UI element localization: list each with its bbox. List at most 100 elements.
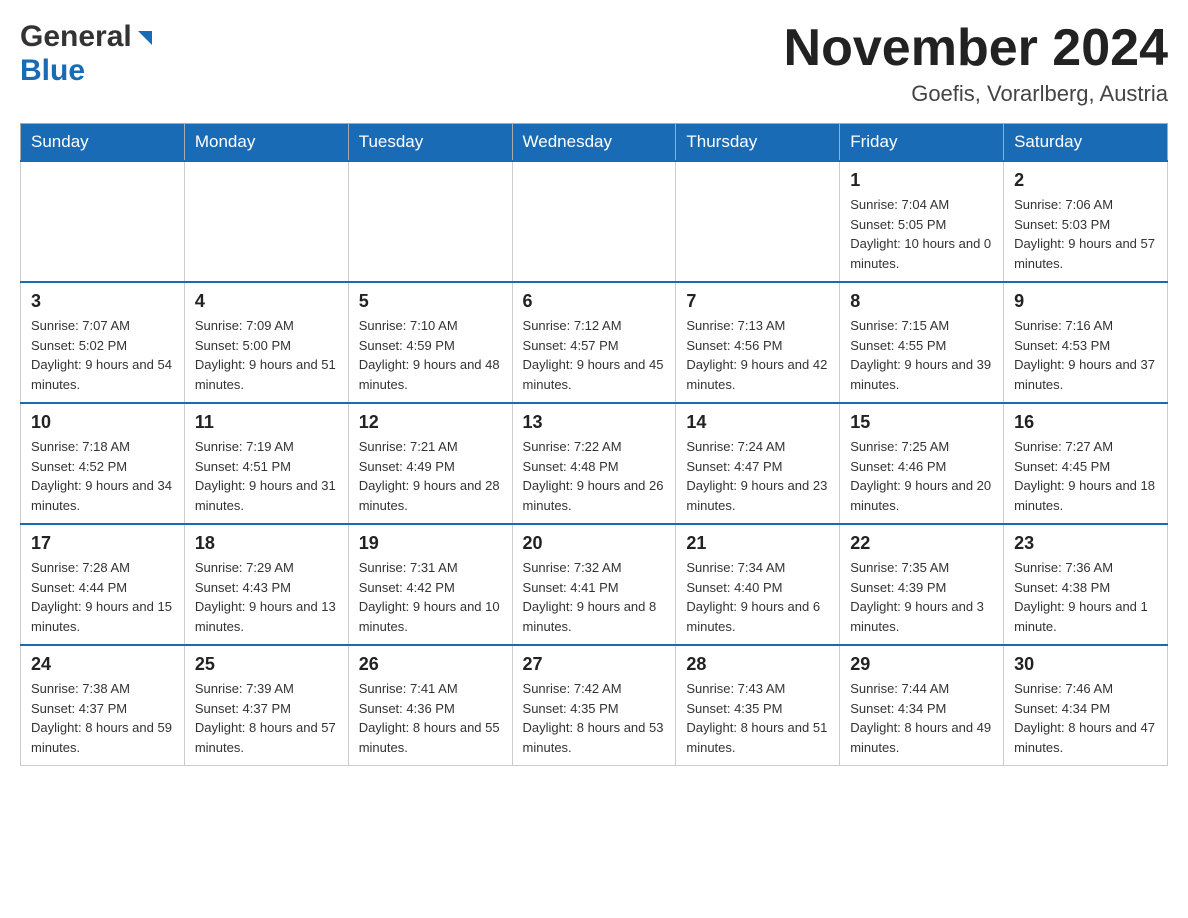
calendar-cell: 23 Sunrise: 7:36 AM Sunset: 4:38 PM Dayli…	[1004, 524, 1168, 645]
day-info: Sunrise: 7:18 AM Sunset: 4:52 PM Dayligh…	[31, 437, 174, 515]
week-row-3: 10 Sunrise: 7:18 AM Sunset: 4:52 PM Dayli…	[21, 403, 1168, 524]
calendar-cell: 6 Sunrise: 7:12 AM Sunset: 4:57 PM Daylig…	[512, 282, 676, 403]
calendar-cell	[21, 161, 185, 282]
day-info: Sunrise: 7:44 AM Sunset: 4:34 PM Dayligh…	[850, 679, 993, 757]
calendar-cell: 12Sunrise: 7:21 AM Sunset: 4:49 PM Dayli…	[348, 403, 512, 524]
day-info: Sunrise: 7:36 AM Sunset: 4:38 PM Dayligh…	[1014, 558, 1157, 636]
day-info: Sunrise: 7:35 AM Sunset: 4:39 PM Dayligh…	[850, 558, 993, 636]
day-number: 5	[359, 291, 502, 312]
day-number: 1	[850, 170, 993, 191]
calendar-cell: 4Sunrise: 7:09 AM Sunset: 5:00 PM Daylig…	[184, 282, 348, 403]
calendar-cell: 19 Sunrise: 7:31 AM Sunset: 4:42 PM Dayli…	[348, 524, 512, 645]
day-info: Sunrise: 7:13 AM Sunset: 4:56 PM Dayligh…	[686, 316, 829, 394]
calendar-cell	[512, 161, 676, 282]
day-info: Sunrise: 7:15 AM Sunset: 4:55 PM Dayligh…	[850, 316, 993, 394]
day-header-saturday: Saturday	[1004, 124, 1168, 162]
calendar-cell: 1 Sunrise: 7:04 AM Sunset: 5:05 PM Daylig…	[840, 161, 1004, 282]
calendar-cell: 22 Sunrise: 7:35 AM Sunset: 4:39 PM Dayli…	[840, 524, 1004, 645]
page-header: General Blue November 2024 Goefis, Vorar…	[20, 20, 1168, 107]
day-number: 23	[1014, 533, 1157, 554]
day-info: Sunrise: 7:31 AM Sunset: 4:42 PM Dayligh…	[359, 558, 502, 636]
day-info: Sunrise: 7:34 AM Sunset: 4:40 PM Dayligh…	[686, 558, 829, 636]
calendar-cell: 5 Sunrise: 7:10 AM Sunset: 4:59 PM Daylig…	[348, 282, 512, 403]
day-number: 30	[1014, 654, 1157, 675]
calendar-cell: 27 Sunrise: 7:42 AM Sunset: 4:35 PM Dayli…	[512, 645, 676, 766]
calendar-cell: 29 Sunrise: 7:44 AM Sunset: 4:34 PM Dayli…	[840, 645, 1004, 766]
day-number: 9	[1014, 291, 1157, 312]
day-number: 28	[686, 654, 829, 675]
calendar-cell	[676, 161, 840, 282]
day-number: 27	[523, 654, 666, 675]
logo: General Blue	[20, 20, 156, 88]
day-header-tuesday: Tuesday	[348, 124, 512, 162]
day-number: 15	[850, 412, 993, 433]
month-title: November 2024	[784, 20, 1168, 77]
day-number: 11	[195, 412, 338, 433]
calendar-cell: 28 Sunrise: 7:43 AM Sunset: 4:35 PM Dayli…	[676, 645, 840, 766]
day-info: Sunrise: 7:43 AM Sunset: 4:35 PM Dayligh…	[686, 679, 829, 757]
calendar-cell: 3 Sunrise: 7:07 AM Sunset: 5:02 PM Daylig…	[21, 282, 185, 403]
day-header-monday: Monday	[184, 124, 348, 162]
calendar-table: SundayMondayTuesdayWednesdayThursdayFrid…	[20, 123, 1168, 766]
day-number: 26	[359, 654, 502, 675]
day-number: 29	[850, 654, 993, 675]
day-info: Sunrise: 7:09 AM Sunset: 5:00 PM Dayligh…	[195, 316, 338, 394]
logo-general-text: General	[20, 20, 132, 54]
day-number: 14	[686, 412, 829, 433]
day-info: Sunrise: 7:12 AM Sunset: 4:57 PM Dayligh…	[523, 316, 666, 394]
day-header-thursday: Thursday	[676, 124, 840, 162]
calendar-cell: 17 Sunrise: 7:28 AM Sunset: 4:44 PM Dayli…	[21, 524, 185, 645]
day-number: 10	[31, 412, 174, 433]
day-info: Sunrise: 7:42 AM Sunset: 4:35 PM Dayligh…	[523, 679, 666, 757]
day-header-friday: Friday	[840, 124, 1004, 162]
calendar-cell: 21 Sunrise: 7:34 AM Sunset: 4:40 PM Dayli…	[676, 524, 840, 645]
day-number: 16	[1014, 412, 1157, 433]
day-number: 8	[850, 291, 993, 312]
day-number: 17	[31, 533, 174, 554]
week-row-4: 17 Sunrise: 7:28 AM Sunset: 4:44 PM Dayli…	[21, 524, 1168, 645]
day-info: Sunrise: 7:21 AM Sunset: 4:49 PM Dayligh…	[359, 437, 502, 515]
day-number: 3	[31, 291, 174, 312]
day-info: Sunrise: 7:41 AM Sunset: 4:36 PM Dayligh…	[359, 679, 502, 757]
day-info: Sunrise: 7:39 AM Sunset: 4:37 PM Dayligh…	[195, 679, 338, 757]
calendar-cell: 26 Sunrise: 7:41 AM Sunset: 4:36 PM Dayli…	[348, 645, 512, 766]
day-info: Sunrise: 7:32 AM Sunset: 4:41 PM Dayligh…	[523, 558, 666, 636]
day-info: Sunrise: 7:06 AM Sunset: 5:03 PM Dayligh…	[1014, 195, 1157, 273]
calendar-cell: 18 Sunrise: 7:29 AM Sunset: 4:43 PM Dayli…	[184, 524, 348, 645]
calendar-cell: 25 Sunrise: 7:39 AM Sunset: 4:37 PM Dayli…	[184, 645, 348, 766]
day-info: Sunrise: 7:27 AM Sunset: 4:45 PM Dayligh…	[1014, 437, 1157, 515]
day-info: Sunrise: 7:19 AM Sunset: 4:51 PM Dayligh…	[195, 437, 338, 515]
logo-blue-text: Blue	[20, 54, 85, 88]
day-info: Sunrise: 7:24 AM Sunset: 4:47 PM Dayligh…	[686, 437, 829, 515]
calendar-cell: 13Sunrise: 7:22 AM Sunset: 4:48 PM Dayli…	[512, 403, 676, 524]
day-info: Sunrise: 7:38 AM Sunset: 4:37 PM Dayligh…	[31, 679, 174, 757]
day-number: 22	[850, 533, 993, 554]
day-info: Sunrise: 7:28 AM Sunset: 4:44 PM Dayligh…	[31, 558, 174, 636]
calendar-cell	[348, 161, 512, 282]
week-row-2: 3 Sunrise: 7:07 AM Sunset: 5:02 PM Daylig…	[21, 282, 1168, 403]
day-info: Sunrise: 7:04 AM Sunset: 5:05 PM Dayligh…	[850, 195, 993, 273]
calendar-cell: 24Sunrise: 7:38 AM Sunset: 4:37 PM Dayli…	[21, 645, 185, 766]
day-info: Sunrise: 7:29 AM Sunset: 4:43 PM Dayligh…	[195, 558, 338, 636]
day-info: Sunrise: 7:46 AM Sunset: 4:34 PM Dayligh…	[1014, 679, 1157, 757]
day-info: Sunrise: 7:10 AM Sunset: 4:59 PM Dayligh…	[359, 316, 502, 394]
day-number: 25	[195, 654, 338, 675]
day-info: Sunrise: 7:16 AM Sunset: 4:53 PM Dayligh…	[1014, 316, 1157, 394]
day-header-sunday: Sunday	[21, 124, 185, 162]
calendar-cell: 16 Sunrise: 7:27 AM Sunset: 4:45 PM Dayli…	[1004, 403, 1168, 524]
day-number: 2	[1014, 170, 1157, 191]
day-number: 18	[195, 533, 338, 554]
day-info: Sunrise: 7:25 AM Sunset: 4:46 PM Dayligh…	[850, 437, 993, 515]
day-number: 21	[686, 533, 829, 554]
calendar-cell: 7 Sunrise: 7:13 AM Sunset: 4:56 PM Daylig…	[676, 282, 840, 403]
day-number: 19	[359, 533, 502, 554]
calendar-cell: 9 Sunrise: 7:16 AM Sunset: 4:53 PM Daylig…	[1004, 282, 1168, 403]
day-number: 6	[523, 291, 666, 312]
day-number: 7	[686, 291, 829, 312]
calendar-header-row: SundayMondayTuesdayWednesdayThursdayFrid…	[21, 124, 1168, 162]
day-header-wednesday: Wednesday	[512, 124, 676, 162]
week-row-5: 24Sunrise: 7:38 AM Sunset: 4:37 PM Dayli…	[21, 645, 1168, 766]
week-row-1: 1 Sunrise: 7:04 AM Sunset: 5:05 PM Daylig…	[21, 161, 1168, 282]
day-info: Sunrise: 7:07 AM Sunset: 5:02 PM Dayligh…	[31, 316, 174, 394]
calendar-cell: 2 Sunrise: 7:06 AM Sunset: 5:03 PM Daylig…	[1004, 161, 1168, 282]
